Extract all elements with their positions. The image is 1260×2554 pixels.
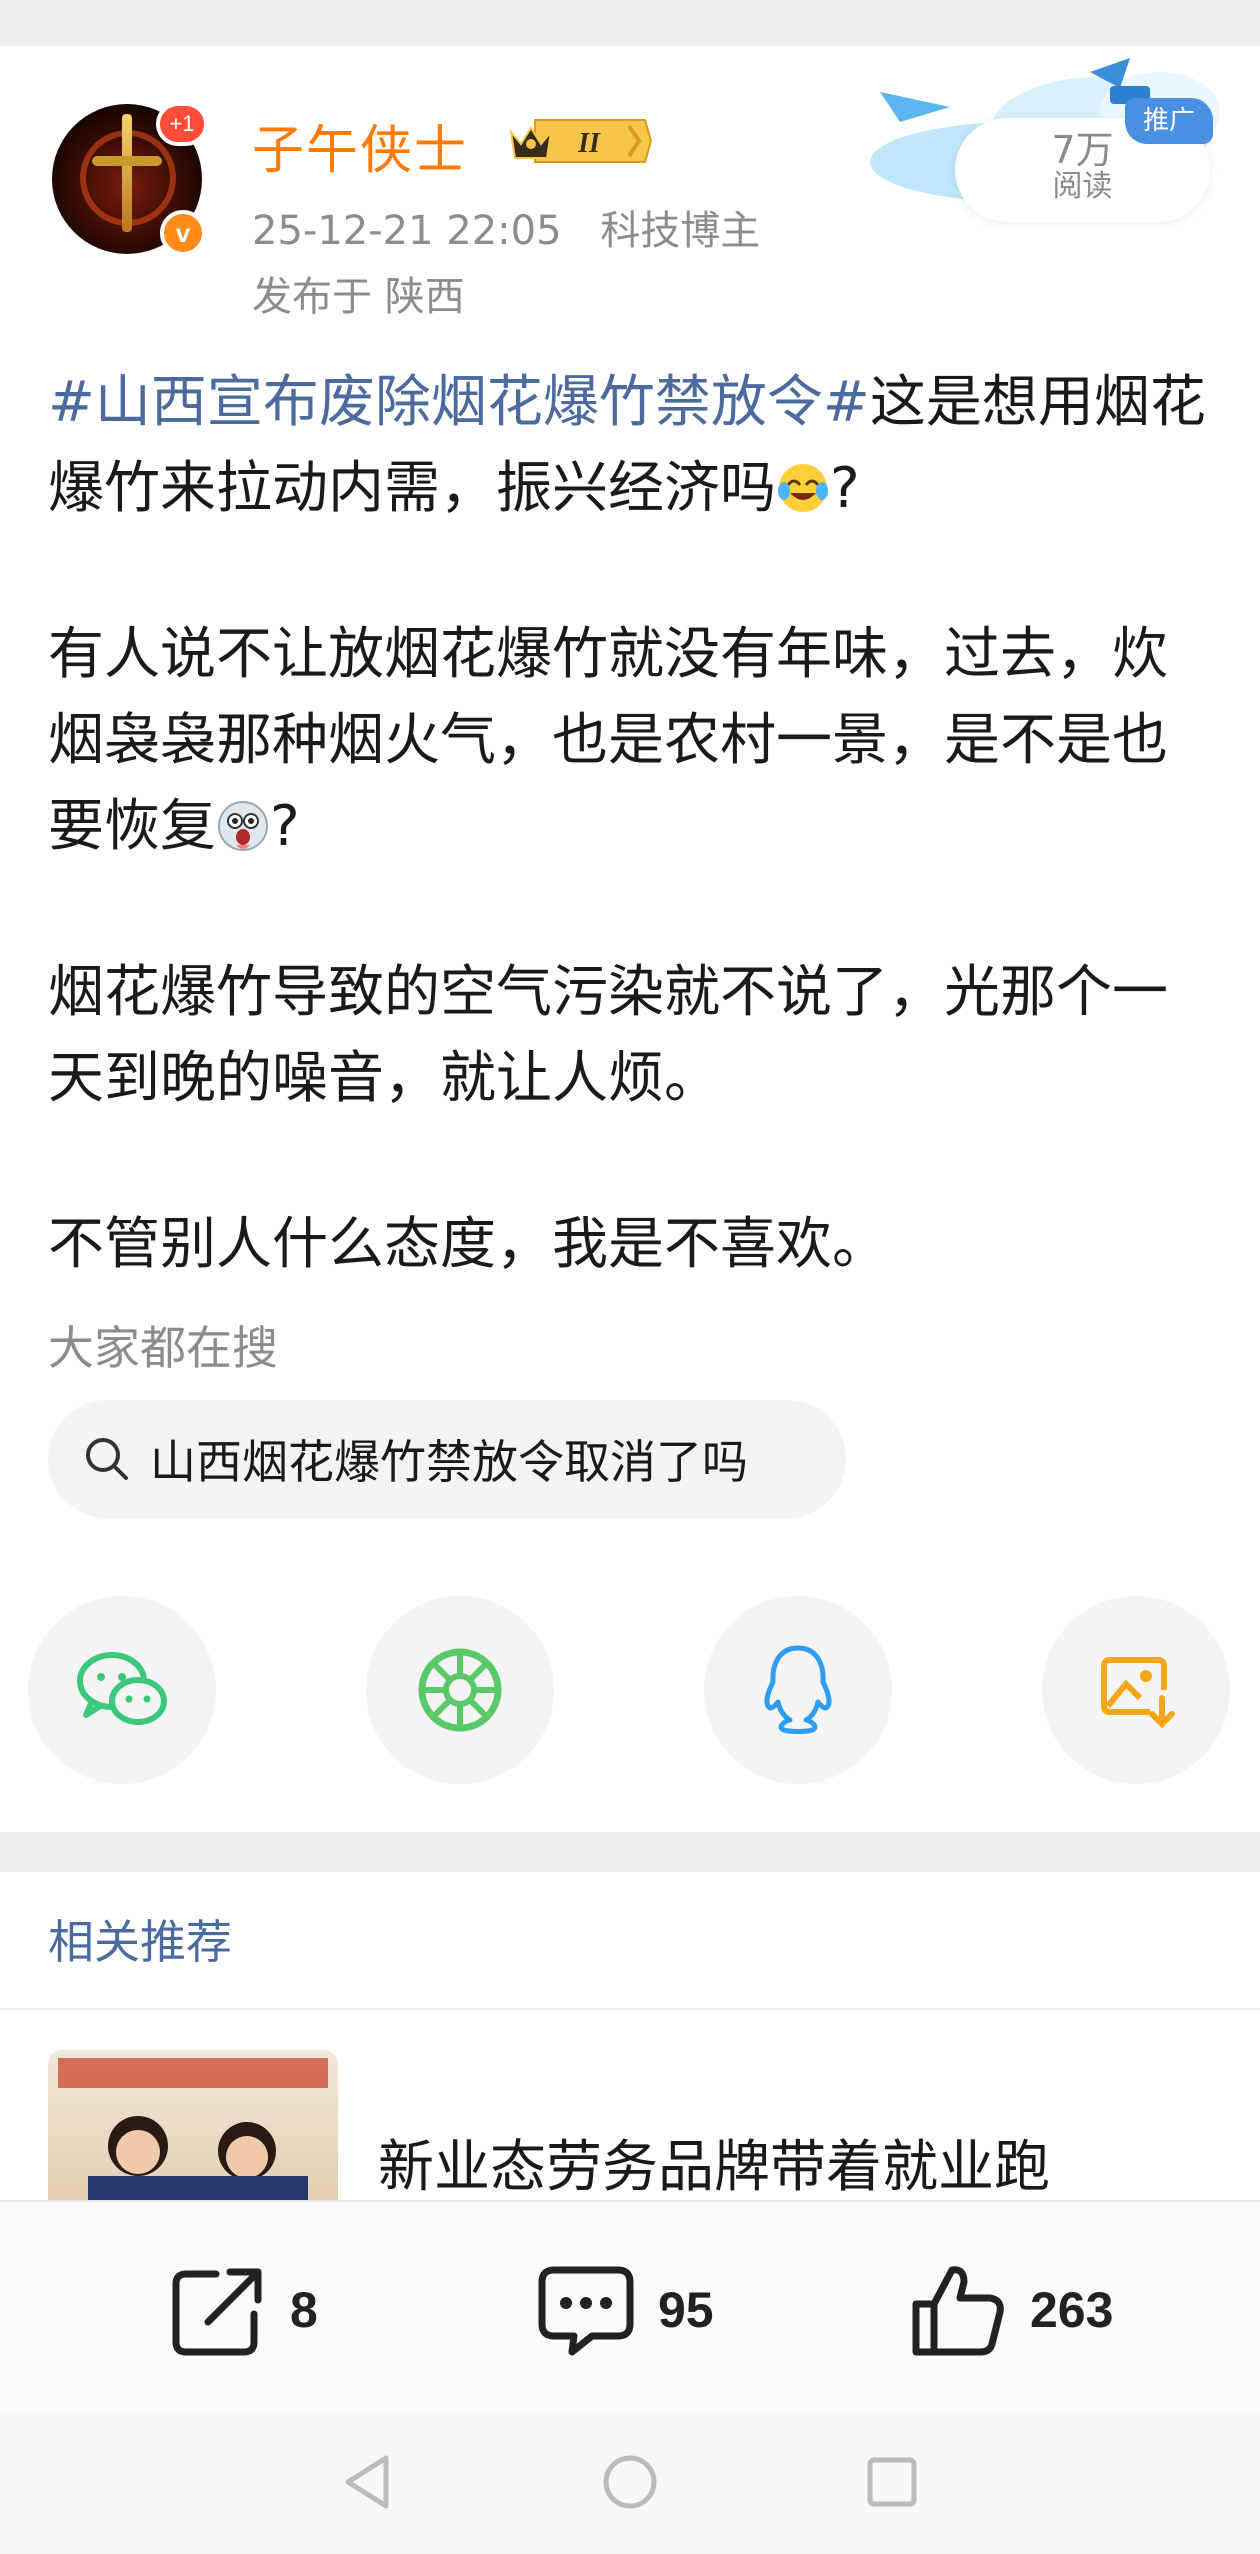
topic-hashtag[interactable]: #山西宣布废除烟花爆竹禁放令# [48,370,870,435]
save-image-button[interactable] [1042,1596,1230,1784]
related-divider [0,2008,1260,2010]
post-location: 发布于 陕西 [252,274,465,320]
qq-icon [764,1645,832,1734]
repost-count: 8 [290,2282,318,2338]
thumbs-up-icon [912,2266,1004,2356]
read-label: 阅读 [1052,169,1113,204]
shocked-emoji-icon [218,801,268,851]
post-timestamp: 25-12-21 22:05 [252,208,562,254]
post-paragraph-4: 不管别人什么态度，我是不喜欢。 [48,1212,888,1277]
verified-badge: v [160,210,206,256]
paragraph-end: ? [270,794,300,859]
trending-search-label: 大家都在搜 [48,1321,278,1375]
like-count: 263 [1030,2282,1114,2338]
system-nav-bar [0,2410,1260,2554]
laugh-cry-emoji-icon [778,464,828,512]
post-paragraph-3: 烟花爆竹导致的空气污染就不说了，光那个一天到晚的噪音，就让人烦。 [48,960,1168,1111]
follow-count-badge: +1 [156,102,208,146]
post-body: #山西宣布废除烟花爆竹禁放令#这是想用烟花爆竹来拉动内需，振兴经济吗? 有人说不… [48,360,1218,1288]
post-paragraph-1: #山西宣布废除烟花爆竹禁放令#这是想用烟花爆竹来拉动内需，振兴经济吗? [48,360,1218,532]
section-divider [0,1832,1260,1872]
post-paragraph-2: 有人说不让放烟花爆竹就没有年味，过去，炊烟袅袅那种烟火气，也是农村一景，是不是也… [48,612,1218,870]
top-divider [0,0,1260,46]
post-meta: 25-12-21 22:05 科技博主 [252,198,760,256]
trending-search-pill[interactable]: 山西烟花爆竹禁放令取消了吗 [48,1400,846,1518]
related-article-title[interactable]: 新业态劳务品牌带着就业跑 [378,2122,1050,2203]
save-image-icon [1101,1657,1175,1729]
share-moments-button[interactable] [366,1596,554,1784]
author-name[interactable]: 子午侠士 [252,108,468,183]
promo-tag: 推广 [1125,98,1213,144]
post-action-bar: 8 95 263 [0,2200,1260,2410]
vip-level-text: II [577,128,601,159]
comment-icon [538,2266,634,2356]
trending-search-query: 山西烟花爆竹禁放令取消了吗 [150,1435,748,1489]
search-icon [86,1438,128,1480]
author-role: 科技博主 [600,208,761,254]
back-nav-icon[interactable] [338,2450,398,2514]
share-qq-button[interactable] [704,1596,892,1784]
repost-button[interactable]: 8 [168,2260,318,2360]
related-section-title: 相关推荐 [48,1915,232,1969]
home-nav-icon[interactable] [598,2450,662,2514]
recents-nav-icon[interactable] [860,2450,924,2514]
comment-button[interactable]: 95 [536,2260,714,2360]
repost-icon [172,2268,262,2356]
moments-icon [418,1648,502,1732]
paragraph-end: ? [830,456,860,521]
wechat-icon [77,1652,167,1725]
comment-count: 95 [658,2282,714,2338]
related-article-thumbnail[interactable] [48,2050,338,2200]
vip-crown-badge[interactable]: II [505,114,653,168]
like-button[interactable]: 263 [908,2260,1113,2360]
share-wechat-button[interactable] [28,1596,216,1784]
